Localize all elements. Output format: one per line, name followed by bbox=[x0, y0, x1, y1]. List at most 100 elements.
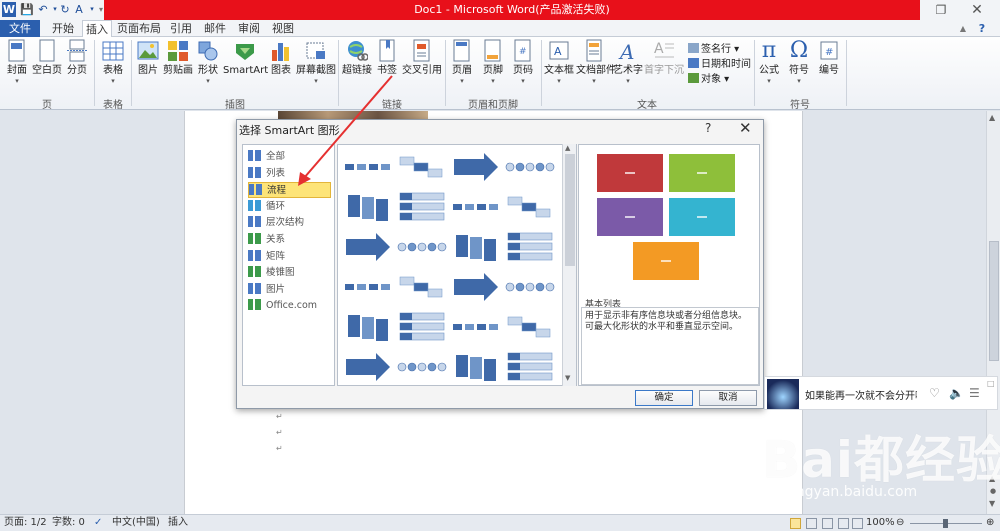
category-item[interactable]: 列表 bbox=[248, 166, 331, 182]
layout-thumbnail[interactable] bbox=[342, 349, 394, 385]
page-break-button[interactable]: 分页 bbox=[64, 39, 90, 77]
cross-reference-button[interactable]: 交叉引用 bbox=[402, 39, 442, 77]
notification-close-icon[interactable]: □ bbox=[987, 379, 995, 388]
number-button[interactable]: # 编号 bbox=[816, 39, 842, 77]
layout-thumbnail[interactable] bbox=[396, 309, 448, 345]
proofing-icon[interactable]: ✓ bbox=[94, 515, 102, 531]
outline-icon[interactable] bbox=[838, 518, 849, 529]
insert-mode[interactable]: 插入 bbox=[168, 515, 188, 531]
bookmark-button[interactable]: 书签 bbox=[374, 39, 400, 77]
category-item[interactable]: 全部 bbox=[248, 149, 331, 165]
category-item[interactable]: 循环 bbox=[248, 199, 331, 215]
zoom-in-icon[interactable]: ⊕ bbox=[986, 515, 994, 531]
dialog-help-button[interactable]: ? bbox=[705, 121, 711, 135]
save-icon[interactable]: 💾 bbox=[20, 2, 34, 17]
cover-page-button[interactable]: 封面 ▾ bbox=[4, 39, 30, 85]
word-count[interactable]: 字数: 0 bbox=[52, 515, 85, 531]
layout-thumbnail[interactable] bbox=[396, 189, 448, 225]
layout-thumbnail[interactable] bbox=[342, 309, 394, 345]
category-item[interactable]: 层次结构 bbox=[248, 215, 331, 231]
redo-icon[interactable]: ↻ bbox=[58, 2, 72, 17]
clipart-button[interactable]: 剪贴画 bbox=[163, 39, 193, 77]
layout-thumbnail[interactable] bbox=[450, 269, 502, 305]
signature-line-button[interactable]: 签名行 ▾ bbox=[688, 40, 739, 55]
tab-insert[interactable]: 插入 bbox=[82, 20, 112, 38]
layout-thumbnail[interactable] bbox=[450, 229, 502, 265]
tab-references[interactable]: 引用 bbox=[166, 20, 196, 37]
layout-thumbnail[interactable] bbox=[396, 269, 448, 305]
layout-thumbnail[interactable] bbox=[450, 309, 502, 345]
header-button[interactable]: 页眉 ▾ bbox=[449, 39, 475, 85]
layout-thumbnail[interactable] bbox=[504, 229, 556, 265]
print-layout-icon[interactable] bbox=[790, 518, 801, 529]
textbox-button[interactable]: A 文本框 ▾ bbox=[543, 39, 575, 85]
layout-thumbnail[interactable] bbox=[450, 349, 502, 385]
layout-thumbnail[interactable] bbox=[504, 149, 556, 185]
layout-thumbnail[interactable] bbox=[504, 269, 556, 305]
page-count[interactable]: 页面: 1/2 bbox=[4, 515, 47, 531]
tab-page-layout[interactable]: 页面布局 bbox=[116, 20, 162, 37]
heart-icon[interactable]: ♡ bbox=[929, 386, 940, 400]
scroll-up-icon[interactable]: ▲ bbox=[989, 113, 995, 122]
equation-button[interactable]: π 公式 ▾ bbox=[757, 39, 781, 86]
category-item[interactable]: 矩阵 bbox=[248, 249, 331, 265]
tab-file[interactable]: 文件 bbox=[0, 20, 40, 37]
layout-thumbnail[interactable] bbox=[396, 229, 448, 265]
footer-button[interactable]: 页脚 ▾ bbox=[480, 39, 506, 85]
tab-view[interactable]: 视图 bbox=[268, 20, 298, 37]
category-item[interactable]: 棱锥图 bbox=[248, 265, 331, 281]
dropcap-button[interactable]: A 首字下沉 bbox=[644, 39, 684, 77]
chart-button[interactable]: 图表 bbox=[268, 39, 294, 77]
table-button[interactable]: 表格 ▾ bbox=[98, 39, 128, 85]
layout-thumbnail[interactable] bbox=[504, 309, 556, 345]
volume-icon[interactable]: 🔈 bbox=[949, 386, 964, 400]
web-layout-icon[interactable] bbox=[822, 518, 833, 529]
full-screen-icon[interactable] bbox=[806, 518, 817, 529]
zoom-slider-handle[interactable] bbox=[943, 519, 948, 528]
hyperlink-button[interactable]: 超链接 bbox=[341, 39, 373, 77]
draft-icon[interactable] bbox=[852, 518, 863, 529]
layout-thumbnail[interactable] bbox=[396, 149, 448, 185]
layout-thumbnail[interactable] bbox=[504, 349, 556, 385]
blank-page-button[interactable]: 空白页 bbox=[32, 39, 62, 77]
page-number-button[interactable]: # 页码 ▾ bbox=[510, 39, 536, 85]
zoom-level[interactable]: 100% bbox=[866, 515, 895, 531]
scrollbar-thumb[interactable] bbox=[989, 241, 999, 361]
language-indicator[interactable]: 中文(中国) bbox=[112, 515, 160, 531]
music-notification[interactable]: 如果能再一次就不会分开嘛 ♡ 🔈 ☰ □ bbox=[764, 376, 998, 410]
format-painter-icon[interactable]: Α bbox=[72, 2, 86, 17]
object-button[interactable]: 对象 ▾ bbox=[688, 70, 729, 85]
layout-thumbnail[interactable] bbox=[342, 269, 394, 305]
layout-thumbnail[interactable] bbox=[342, 229, 394, 265]
tab-home[interactable]: 开始 bbox=[46, 20, 80, 37]
date-time-button[interactable]: 日期和时间 bbox=[688, 55, 751, 70]
quick-parts-button[interactable]: 文档部件 ▾ bbox=[576, 39, 616, 85]
help-icon[interactable]: ? bbox=[974, 20, 990, 37]
category-item[interactable]: 流程 bbox=[248, 182, 331, 199]
ok-button[interactable]: 确定 bbox=[635, 390, 693, 406]
zoom-out-icon[interactable]: ⊖ bbox=[896, 515, 904, 531]
category-item[interactable]: 图片 bbox=[248, 282, 331, 298]
layout-thumbnail[interactable] bbox=[504, 189, 556, 225]
layout-thumbnail[interactable] bbox=[342, 149, 394, 185]
dialog-close-icon[interactable]: ✕ bbox=[739, 119, 752, 137]
cancel-button[interactable]: 取消 bbox=[699, 390, 757, 406]
smartart-button[interactable]: SmartArt bbox=[223, 39, 268, 77]
screenshot-button[interactable]: 屏幕截图 ▾ bbox=[296, 39, 336, 85]
restore-icon[interactable]: ❐ bbox=[926, 0, 956, 20]
tab-review[interactable]: 审阅 bbox=[234, 20, 264, 37]
gallery-scroll-thumb[interactable] bbox=[565, 154, 575, 266]
category-item[interactable]: Office.com bbox=[248, 298, 331, 314]
collapse-ribbon-icon[interactable]: ▲ bbox=[956, 20, 970, 37]
category-item[interactable]: 关系 bbox=[248, 232, 331, 248]
next-page-icon[interactable]: ▼ bbox=[989, 499, 995, 508]
gallery-scroll-up-icon[interactable]: ▲ bbox=[565, 144, 570, 152]
gallery-scrollbar[interactable]: ▲ ▼ bbox=[562, 144, 576, 386]
gallery-scroll-down-icon[interactable]: ▼ bbox=[565, 374, 570, 382]
picture-button[interactable]: 图片 bbox=[134, 39, 162, 77]
symbol-button[interactable]: Ω 符号 ▾ bbox=[786, 39, 812, 86]
wordart-button[interactable]: A 艺术字 ▾ bbox=[613, 39, 643, 85]
layout-thumbnail[interactable] bbox=[342, 189, 394, 225]
layout-thumbnail[interactable] bbox=[450, 189, 502, 225]
close-window-icon[interactable]: ✕ bbox=[962, 0, 992, 20]
